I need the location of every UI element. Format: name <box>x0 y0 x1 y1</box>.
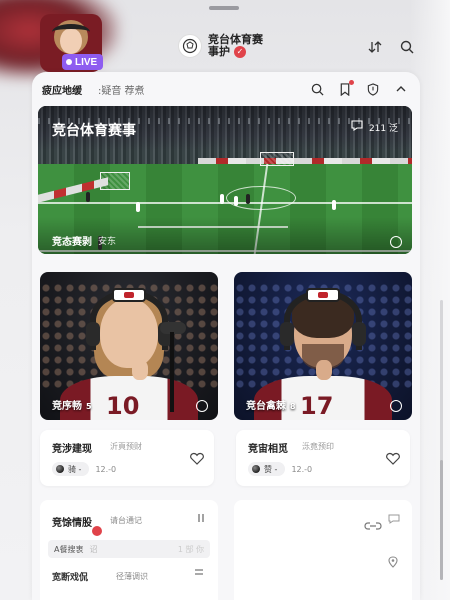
location-pin-icon[interactable] <box>388 553 398 572</box>
host-sub: 5 <box>86 402 92 411</box>
detail-input[interactable]: A餐搜衷 诏 1 郜 你 <box>48 540 210 558</box>
hero-caption-sub: 安东 <box>98 237 117 247</box>
info-card-a[interactable]: 竞涉建现 沂頁预财 骑 - 12.-0 <box>40 430 214 486</box>
info-row: 赞 - 12.-0 <box>248 462 312 476</box>
info-pill-label: 赞 - <box>264 464 278 474</box>
info-card-b[interactable]: 竞宙相觅 泺竟预印 赞 - 12.-0 <box>236 430 410 486</box>
drag-handle[interactable] <box>209 6 239 10</box>
host-hand <box>316 360 332 380</box>
host-hand <box>132 360 148 380</box>
info-tag: 泺竟预印 <box>302 442 334 451</box>
brand-subtitle: 事护 <box>208 45 230 59</box>
headset-badge <box>112 288 146 302</box>
detail-input-value: A餐搜衷 <box>54 544 84 554</box>
football-logo-icon <box>178 34 202 59</box>
hero-caption-title: 竞态赛剥 <box>52 237 92 248</box>
bookmark-icon[interactable] <box>338 80 354 96</box>
toolbar-subtitle[interactable]: :疑音 荐煮 <box>98 82 145 97</box>
hero-title: 竞台体育赛事 <box>52 123 136 139</box>
chat-icon[interactable] <box>388 514 400 526</box>
shield-icon[interactable] <box>366 82 380 96</box>
host-name: 竞序畅 <box>52 401 82 412</box>
toolbar-title: 疲应地缓 <box>42 85 82 97</box>
info-value: 12.-0 <box>291 464 313 474</box>
jersey-number: 10 <box>106 392 140 420</box>
detail-card-a[interactable]: 竞馀情股 请台通记 A餐搜衷 诏 1 郜 你 宽断戏侃 径薄调识 <box>40 500 218 600</box>
expand-icon[interactable] <box>390 236 402 248</box>
notification-dot <box>92 526 102 536</box>
hero-caption: 竞态赛剥 安东 <box>52 233 116 248</box>
search-icon[interactable] <box>310 82 324 96</box>
heart-icon[interactable] <box>190 450 204 469</box>
match-stream-card[interactable]: 竞台体育赛事 211 泛 竞态赛剥 安东 <box>38 106 412 254</box>
notification-dot <box>349 80 354 85</box>
detail-tag: 请台通记 <box>110 516 142 525</box>
detail-input-ghost: 诏 <box>89 544 98 554</box>
host-name: 竞台禽棘 <box>246 401 286 412</box>
detail-row-title: 宽断戏侃 <box>52 573 89 583</box>
info-title: 竞涉建现 <box>52 444 92 455</box>
headset-earcup <box>280 322 294 346</box>
info-tag: 沂頁预财 <box>110 442 142 451</box>
main-panel: 疲应地缓 :疑音 荐煮 竞台体育赛事 211 泛 竞态赛剥 安东 10 竞序畅 … <box>32 72 420 600</box>
headset-earcup <box>86 322 100 346</box>
sort-icon[interactable] <box>196 513 206 526</box>
host-sub: 8 <box>290 402 296 411</box>
panel-toolbar: 疲应地缓 :疑音 荐煮 <box>32 76 420 102</box>
detail-card-b[interactable] <box>234 500 412 600</box>
detail-title: 竞馀情股 <box>52 518 92 529</box>
verified-icon: ✓ <box>234 46 246 59</box>
mic-stand <box>170 332 174 412</box>
hero-meta-text: 211 泛 <box>368 123 398 134</box>
live-dot-icon <box>66 59 72 65</box>
search-icon[interactable] <box>398 38 416 56</box>
host-card-a[interactable]: 10 竞序畅 5 <box>40 272 218 420</box>
chevron-up-icon[interactable] <box>394 82 408 96</box>
football-icon <box>56 465 64 473</box>
host-label: 竞序畅 5 <box>52 397 92 412</box>
detail-input-ghost2: 1 郜 你 <box>177 544 204 554</box>
brand-header[interactable]: 竞台体育赛 事护 ✓ <box>178 33 263 59</box>
info-pill-label: 骑 - <box>68 464 82 474</box>
football-icon <box>252 465 260 473</box>
host-label: 竞台禽棘 8 <box>246 397 296 412</box>
scrollbar-thumb[interactable] <box>440 460 443 580</box>
info-title: 竞宙相觅 <box>248 444 288 455</box>
headset-earcup <box>352 322 366 346</box>
menu-icon[interactable] <box>194 568 204 579</box>
info-value: 12.-0 <box>95 464 117 474</box>
live-badge: LIVE <box>62 54 104 70</box>
info-row: 骑 - 12.-0 <box>52 462 116 476</box>
sort-icon[interactable] <box>366 38 384 56</box>
live-badge-label: LIVE <box>75 56 98 68</box>
info-pill[interactable]: 赞 - <box>248 462 286 476</box>
jersey-number: 17 <box>300 392 334 420</box>
avatar-headset <box>52 24 90 40</box>
expand-icon[interactable] <box>196 400 208 412</box>
heart-icon[interactable] <box>386 450 400 469</box>
detail-row-tag: 径薄调识 <box>116 572 148 581</box>
info-pill[interactable]: 骑 - <box>52 462 90 476</box>
host-card-b[interactable]: 17 竞台禽棘 8 <box>234 272 412 420</box>
hero-meta: 211 泛 <box>351 120 398 134</box>
comment-icon <box>351 120 363 134</box>
expand-icon[interactable] <box>390 400 402 412</box>
link-icon[interactable] <box>364 516 382 535</box>
headset-badge <box>306 288 340 302</box>
